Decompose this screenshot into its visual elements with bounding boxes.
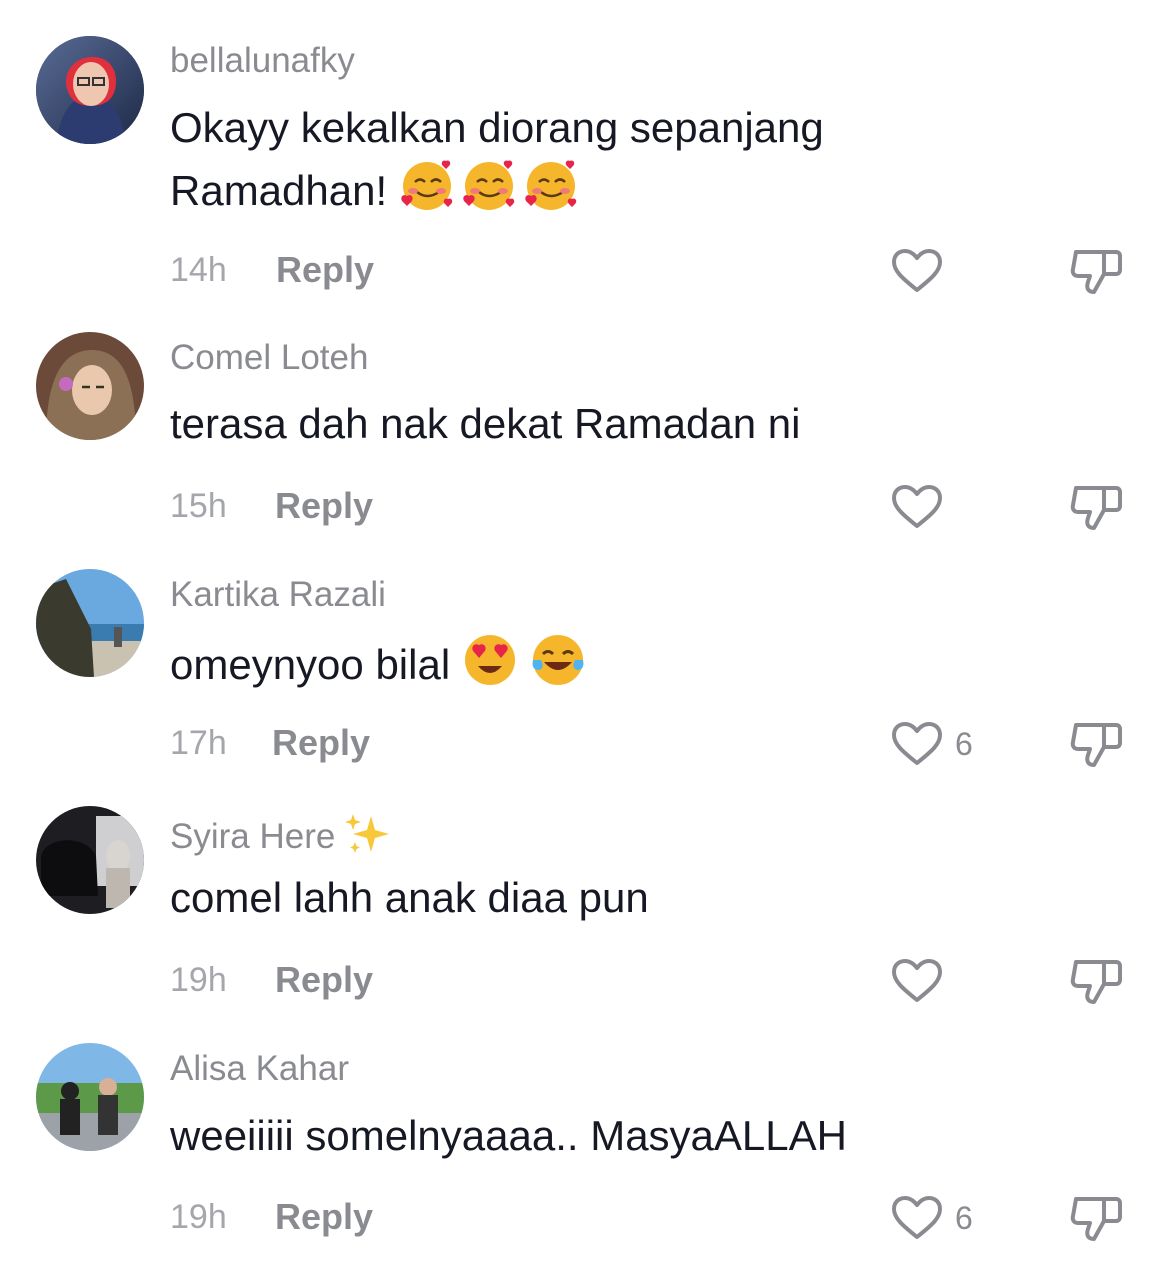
username[interactable]: Kartika Razali — [170, 575, 386, 615]
sparkles-icon — [345, 812, 393, 865]
like-heart-icon[interactable] — [890, 1193, 946, 1243]
like-count: 6 — [955, 1200, 973, 1236]
username[interactable]: bellalunafky — [170, 41, 355, 81]
comment-text-line: Ramadhan! — [170, 167, 388, 215]
comment-time: 14h — [170, 251, 227, 289]
comment-time: 15h — [170, 487, 227, 525]
reply-button[interactable]: Reply — [275, 1197, 373, 1237]
comment-time: 19h — [170, 1198, 227, 1236]
comment-text-line: omeynyoo bilal — [170, 641, 451, 689]
dislike-icon[interactable] — [1068, 719, 1126, 771]
username[interactable]: Comel Loteh — [170, 338, 368, 378]
like-heart-icon[interactable] — [890, 719, 946, 769]
dislike-icon[interactable] — [1068, 246, 1126, 298]
comment-time: 19h — [170, 961, 227, 999]
comment-text: weeiiiii somelnyaaaa.. MasyaALLAH — [170, 1112, 847, 1159]
comment-text: omeynyoo bilal — [170, 632, 970, 704]
reply-button[interactable]: Reply — [275, 960, 373, 1000]
avatar[interactable] — [36, 1043, 144, 1151]
like-heart-icon[interactable] — [890, 482, 946, 532]
like-heart-icon[interactable] — [890, 956, 946, 1006]
avatar[interactable] — [36, 569, 144, 677]
username[interactable]: Alisa Kahar — [170, 1049, 349, 1089]
comment-text: Okayy kekalkan diorang sepanjang Ramadha… — [170, 98, 970, 230]
username[interactable]: Syira Here — [170, 812, 393, 865]
heart-eyes-icon — [462, 632, 518, 704]
comment-text: terasa dah nak dekat Ramadan ni — [170, 400, 801, 447]
reply-button[interactable]: Reply — [272, 723, 370, 763]
dislike-icon[interactable] — [1068, 1193, 1126, 1245]
reply-button[interactable]: Reply — [275, 486, 373, 526]
comment-time: 17h — [170, 724, 227, 762]
avatar[interactable] — [36, 332, 144, 440]
comment-text: comel lahh anak diaa pun — [170, 874, 649, 921]
dislike-icon[interactable] — [1068, 956, 1126, 1008]
dislike-icon[interactable] — [1068, 482, 1126, 534]
like-heart-icon[interactable] — [890, 246, 946, 296]
avatar[interactable] — [36, 36, 144, 144]
reply-button[interactable]: Reply — [276, 250, 374, 290]
like-count: 6 — [955, 726, 973, 762]
smiling-face-with-hearts-icon — [399, 158, 578, 230]
comment-text-line: Okayy kekalkan diorang sepanjang — [170, 104, 824, 151]
username-text[interactable]: Syira Here — [170, 817, 335, 856]
tears-of-joy-icon — [530, 632, 586, 704]
avatar[interactable] — [36, 806, 144, 914]
